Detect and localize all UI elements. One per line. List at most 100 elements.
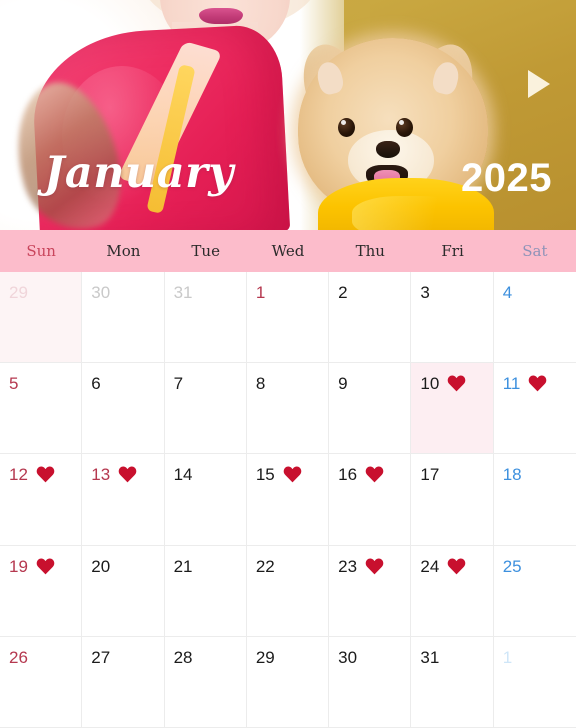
day-cell[interactable]: 14 [164,454,247,546]
day-cell[interactable]: 27 [82,636,165,728]
day-cell[interactable]: 12 [0,454,83,546]
heart-icon [448,558,466,574]
day-cell[interactable]: 28 [164,636,247,728]
day-number: 26 [9,647,28,667]
day-cell[interactable]: 29 [246,636,330,728]
day-cell[interactable]: 19 [0,545,83,637]
dog-eye-glint-right [399,120,404,125]
event-heart-marker[interactable] [282,466,303,483]
dog-eye-glint-left [341,120,346,125]
day-number: 2 [338,283,348,302]
day-cell[interactable]: 18 [493,454,576,546]
day-number: 9 [338,374,348,394]
day-number: 31 [420,647,440,667]
heart-icon [365,558,384,574]
day-number: 25 [502,556,522,576]
weekday-label-fri: Fri [441,242,464,260]
weekday-label-sat: Sat [522,242,548,260]
weekday-label-tue: Tue [191,242,220,260]
heart-icon [283,466,302,483]
day-number: 30 [91,283,111,302]
day-number: 30 [338,647,358,667]
day-number: 14 [173,465,193,485]
day-cell[interactable]: 23 [329,545,412,637]
day-cell[interactable]: 22 [246,545,330,637]
calendar-app: January 2025 Sun Mon Tue Wed Thu Fri Sat 29 30 3… [0,0,576,728]
event-heart-marker[interactable] [35,558,56,575]
weekday-header-row: Sun Mon Tue Wed Thu Fri Sat [0,230,576,272]
event-heart-marker[interactable] [364,466,385,483]
day-number: 13 [91,465,111,485]
day-number: 21 [173,556,193,576]
day-number: 23 [338,556,358,576]
day-number: 10 [420,374,440,394]
day-cell[interactable]: 30 [329,636,412,728]
day-number: 6 [91,374,101,394]
day-cell[interactable]: 6 [82,363,165,455]
event-heart-marker[interactable] [35,466,56,483]
weekday-label-sun: Sun [26,242,56,260]
day-cell[interactable]: 8 [246,363,330,455]
month-title: January [44,148,234,198]
day-cell[interactable]: 30 [82,272,165,364]
weekday-label-thu: Thu [355,242,385,260]
event-heart-marker[interactable] [117,466,138,483]
day-cell[interactable]: 13 [82,454,165,546]
day-number: 16 [338,465,358,485]
heart-icon [529,375,547,392]
year-title: 2025 [461,156,552,200]
day-cell[interactable]: 24 [411,545,494,637]
day-cell[interactable]: 9 [329,363,412,455]
heart-icon [36,466,55,483]
day-cell[interactable]: 21 [164,545,247,637]
day-cell[interactable]: 29 [0,272,83,364]
day-number: 22 [255,556,275,576]
day-cell[interactable]: 20 [82,545,165,637]
day-number: 4 [502,283,513,302]
day-number: 31 [173,283,193,302]
day-cell[interactable]: 31 [411,636,494,728]
day-number: 19 [9,556,28,576]
day-cell[interactable]: 26 [0,636,83,728]
day-cell[interactable]: 17 [411,454,494,546]
event-heart-marker[interactable] [527,375,548,392]
day-cell[interactable]: 11 [493,363,576,455]
day-cell[interactable]: 16 [329,454,412,546]
event-heart-marker[interactable] [364,558,385,575]
day-cell[interactable]: 31 [164,272,247,364]
play-triangle-icon[interactable] [528,70,550,98]
day-cell[interactable]: 7 [164,363,247,455]
day-number: 18 [502,465,522,485]
dog-nose [376,141,400,158]
day-cell[interactable]: 10 [411,363,494,455]
calendar-day-grid: 29 30 31 1 2 3 4 5 6 7 8 9 10 11 12 13 14 15 16 17 18 19 20 21 2… [0,272,576,728]
hero-photo-banner: January 2025 [0,0,576,230]
day-number: 20 [91,556,111,576]
day-cell[interactable]: 15 [246,454,330,546]
day-number: 28 [173,647,193,667]
day-number: 27 [91,647,111,667]
day-number: 11 [502,374,521,394]
event-heart-marker[interactable] [446,375,467,392]
day-number: 1 [255,283,266,302]
day-number: 12 [9,465,28,485]
dog-outfit-fold [352,196,468,230]
day-number: 3 [420,283,430,302]
day-cell[interactable]: 25 [493,545,576,637]
woman-lips [199,8,243,24]
day-number: 17 [420,465,440,485]
day-cell[interactable]: 4 [493,272,576,364]
day-cell[interactable]: 1 [246,272,330,364]
day-number: 15 [255,465,275,485]
day-number: 29 [9,283,28,302]
heart-icon [36,558,55,574]
day-cell[interactable]: 1 [493,636,576,728]
day-cell[interactable]: 5 [0,363,83,455]
day-number: 5 [9,374,19,394]
weekday-label-mon: Mon [106,242,141,260]
day-cell[interactable]: 3 [411,272,494,364]
heart-icon [448,375,466,392]
day-number: 29 [255,647,275,667]
event-heart-marker[interactable] [446,558,467,575]
day-cell[interactable]: 2 [329,272,412,364]
